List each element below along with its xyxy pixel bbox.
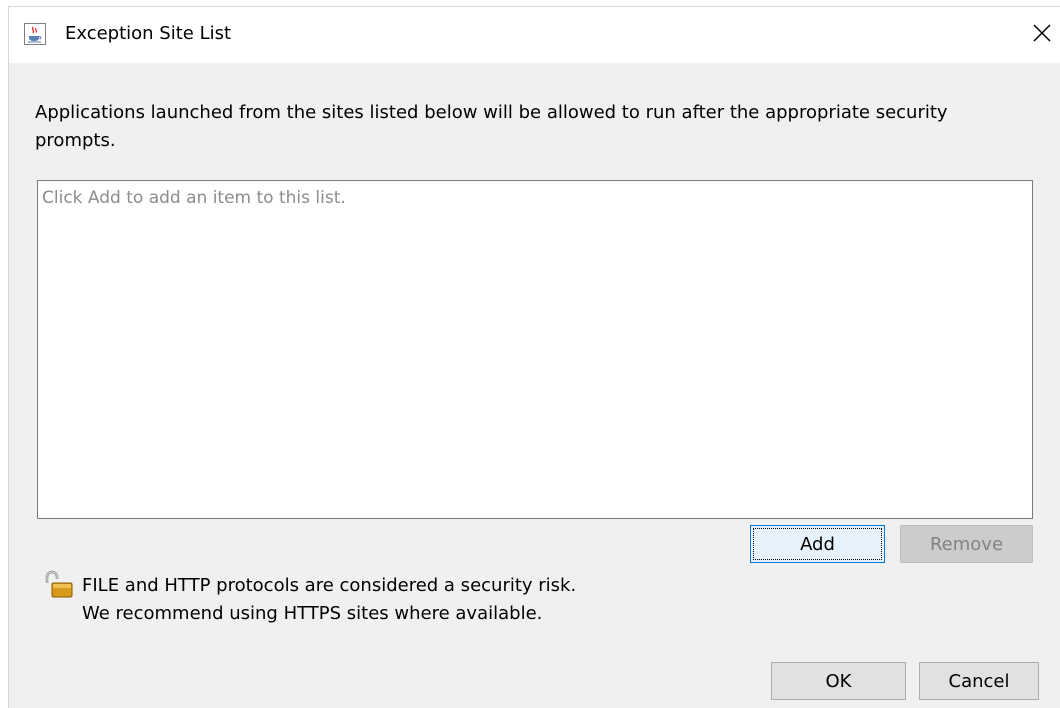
site-list[interactable]: Click Add to add an item to this list. [37, 180, 1033, 519]
cancel-button-label: Cancel [948, 670, 1010, 692]
title-bar: Exception Site List [9, 7, 1060, 63]
close-icon [1032, 23, 1052, 47]
exception-site-list-dialog: Exception Site List Applications launche… [8, 6, 1060, 708]
ok-button-label: OK [825, 670, 852, 692]
site-list-placeholder: Click Add to add an item to this list. [42, 188, 346, 208]
cancel-button[interactable]: Cancel [919, 662, 1039, 700]
security-warning-line-1: FILE and HTTP protocols are considered a… [82, 575, 577, 596]
add-button[interactable]: Add [750, 525, 885, 563]
description-text: Applications launched from the sites lis… [35, 102, 948, 151]
java-coffee-cup-icon [24, 23, 46, 45]
remove-button-label: Remove [929, 533, 1004, 555]
close-button[interactable] [1026, 19, 1058, 51]
security-warning-line-2: We recommend using HTTPS sites where ava… [82, 603, 543, 624]
security-warning: FILE and HTTP protocols are considered a… [82, 572, 576, 628]
ok-button[interactable]: OK [771, 662, 906, 700]
open-padlock-icon [43, 569, 75, 599]
remove-button[interactable]: Remove [900, 525, 1033, 563]
add-button-label: Add [800, 533, 835, 555]
dialog-title: Exception Site List [65, 23, 232, 44]
